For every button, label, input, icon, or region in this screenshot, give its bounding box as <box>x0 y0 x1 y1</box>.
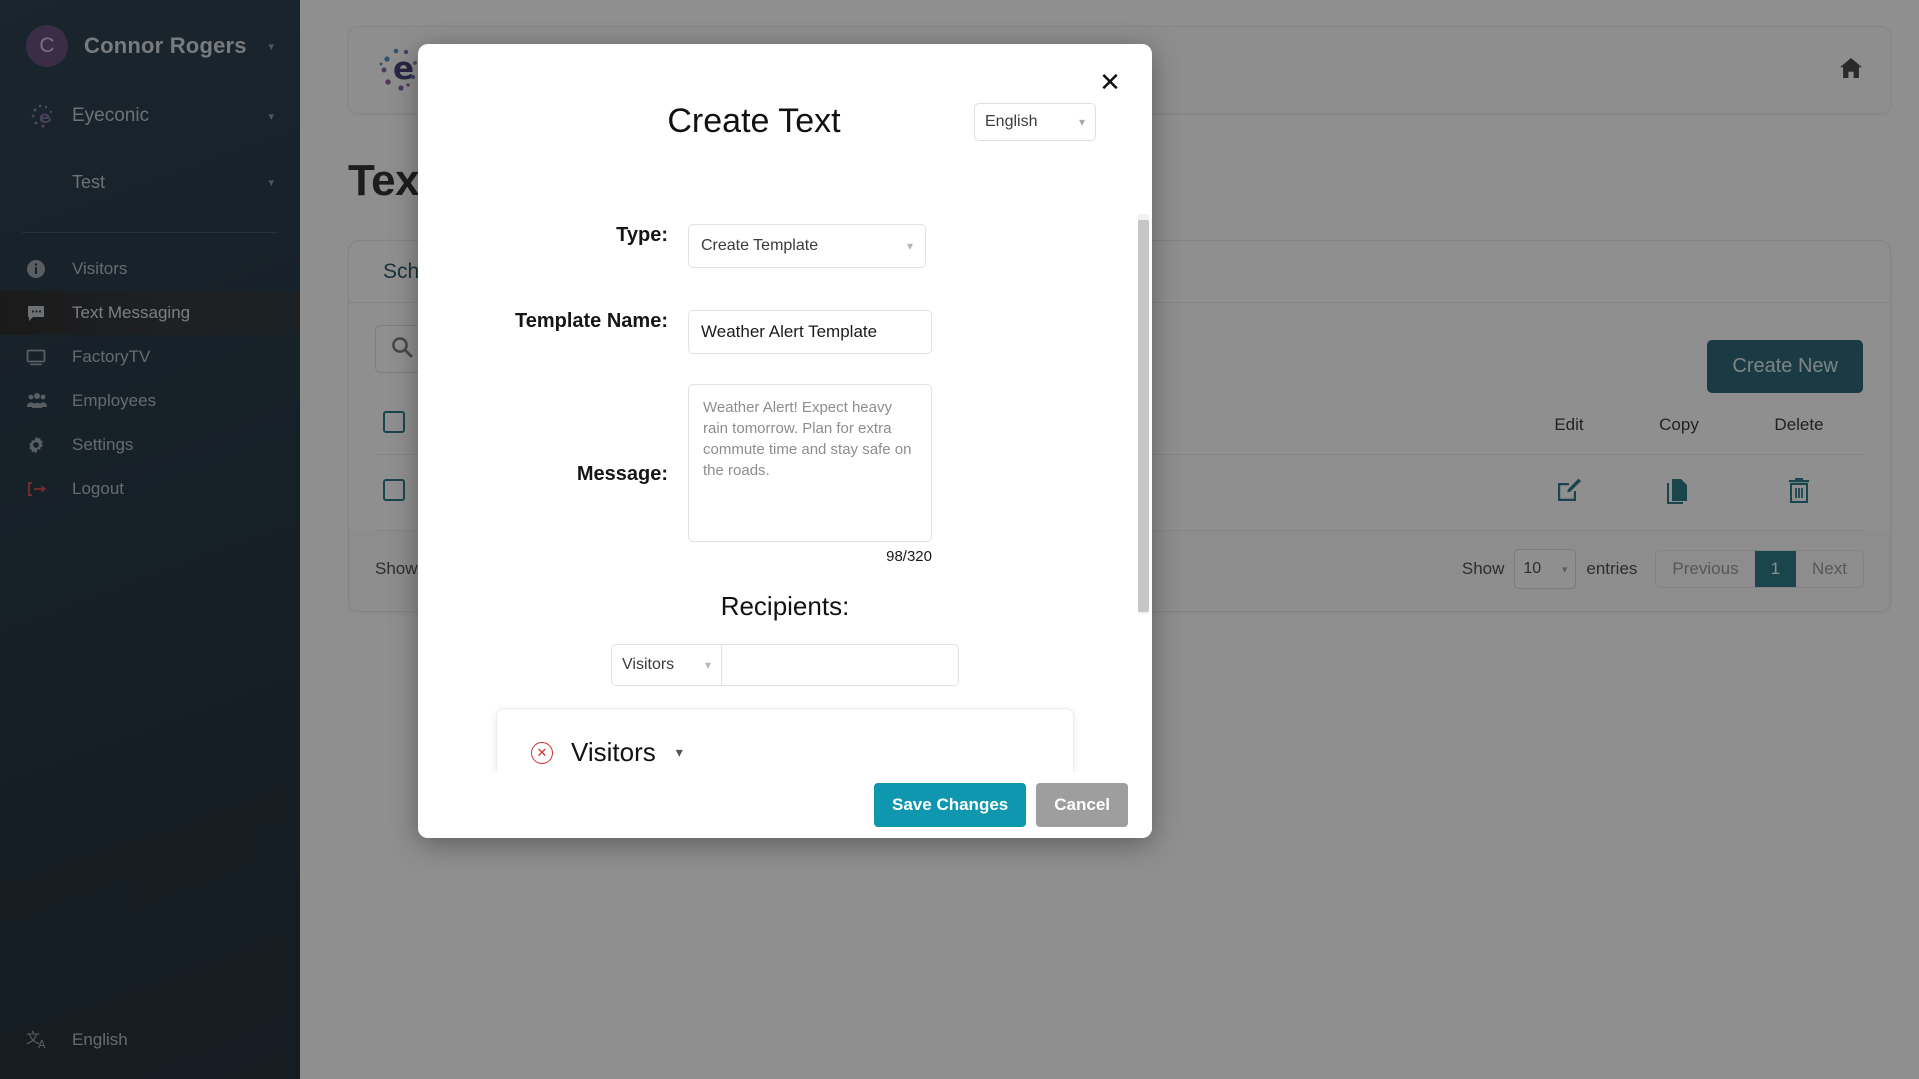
modal-header: Create Text English ▾ <box>418 44 1152 141</box>
recipient-group-panel: ✕ Visitors ▾ — Contractor — Corporate — … <box>496 708 1074 772</box>
remove-circle-icon[interactable]: ✕ <box>531 741 553 764</box>
close-icon[interactable]: ✕ <box>1094 66 1126 98</box>
save-changes-button[interactable]: Save Changes <box>874 783 1027 827</box>
chevron-down-icon: ▾ <box>1078 114 1085 129</box>
type-value: Create Template <box>701 237 819 254</box>
character-counter: 98/320 <box>886 548 932 565</box>
recipient-type-select[interactable]: Visitors ▾ <box>611 644 721 686</box>
type-select[interactable]: Create Template ▾ <box>688 224 926 268</box>
template-name-field-row: Template Name: Weather Alert Template <box>418 310 1152 354</box>
recipients-row: Visitors ▾ <box>418 644 1152 686</box>
modal-language-value: English <box>985 112 1038 130</box>
message-field-row: Message: Weather Alert! Expect heavy rai… <box>418 384 1152 565</box>
cancel-button[interactable]: Cancel <box>1036 783 1128 827</box>
type-field-row: Type: Create Template ▾ <box>418 224 1152 268</box>
chevron-down-icon: ▾ <box>704 658 711 672</box>
modal-footer: Save Changes Cancel <box>418 772 1152 838</box>
type-label: Type: <box>616 224 668 246</box>
modal-scrollbar[interactable] <box>1138 214 1149 614</box>
template-name-label: Template Name: <box>514 310 668 332</box>
recipient-group-title: Visitors <box>571 737 656 767</box>
chevron-down-icon: ▾ <box>906 239 913 253</box>
modal-title: Create Text <box>667 102 841 140</box>
recipient-input[interactable] <box>721 644 959 686</box>
chevron-down-icon[interactable]: ▾ <box>676 744 683 761</box>
recipients-heading: Recipients: <box>720 591 850 621</box>
message-textarea[interactable]: Weather Alert! Expect heavy rain tomorro… <box>688 384 932 542</box>
recipient-type-value: Visitors <box>622 656 675 673</box>
modal-language-select[interactable]: English ▾ <box>974 102 1096 141</box>
recipient-group-header: ✕ Visitors ▾ <box>497 737 1073 768</box>
scrollbar-thumb[interactable] <box>1138 220 1149 612</box>
message-label: Message: <box>576 463 668 485</box>
modal-body: Type: Create Template ▾ Template Name: W… <box>418 204 1152 772</box>
template-name-input[interactable]: Weather Alert Template <box>688 310 932 354</box>
create-text-modal: ✕ Create Text English ▾ Type: Create Tem… <box>418 44 1152 838</box>
